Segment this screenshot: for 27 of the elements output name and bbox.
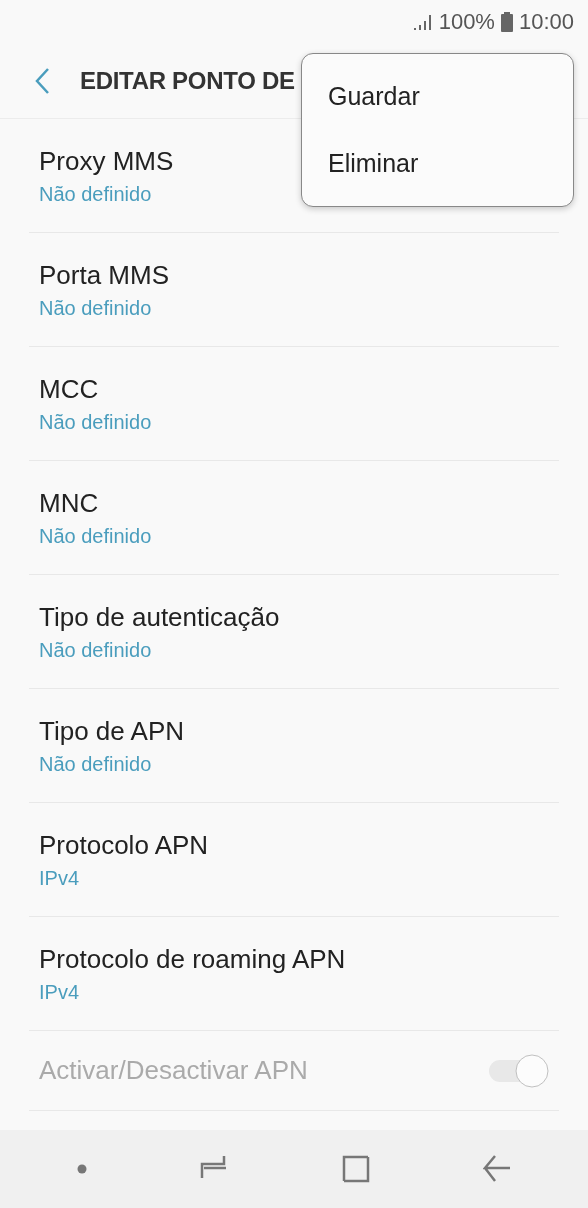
clock: 10:00: [518, 9, 574, 35]
battery-icon: [500, 12, 513, 32]
screen-title: EDITAR PONTO DE: [80, 67, 295, 95]
battery-percent: 100%: [438, 9, 495, 35]
menu-item[interactable]: Guardar: [302, 63, 573, 130]
setting-value: Não definido: [39, 638, 153, 662]
setting-label[interactable]: MCC: [39, 373, 152, 405]
back-icon[interactable]: [34, 67, 50, 95]
setting-label[interactable]: Protocolo APN: [39, 829, 209, 861]
signal-icon: [412, 13, 433, 31]
setting-value: Não definido: [39, 524, 152, 548]
home-icon[interactable]: [341, 1155, 370, 1183]
setting-value: Não definido: [39, 296, 153, 320]
setting-value: IPv4: [39, 980, 81, 1004]
setting-label[interactable]: Proxy MMS: [39, 145, 174, 177]
dot-icon[interactable]: [76, 1164, 87, 1174]
back-arrow-icon[interactable]: [483, 1154, 512, 1184]
setting-value: Não definido: [39, 182, 153, 206]
menu-item[interactable]: Eliminar: [302, 130, 573, 197]
setting-value: Não definido: [39, 410, 152, 434]
setting-label[interactable]: MNC: [39, 487, 152, 519]
setting-label[interactable]: Protocolo de roaming APN: [39, 943, 346, 975]
setting-label[interactable]: Porta MMS: [39, 259, 170, 291]
setting-value: Não definido: [39, 752, 153, 776]
setting-value: IPv4: [39, 866, 81, 890]
setting-label[interactable]: Tipo de autenticação: [39, 601, 280, 633]
setting-label[interactable]: Tipo de APN: [39, 715, 184, 747]
